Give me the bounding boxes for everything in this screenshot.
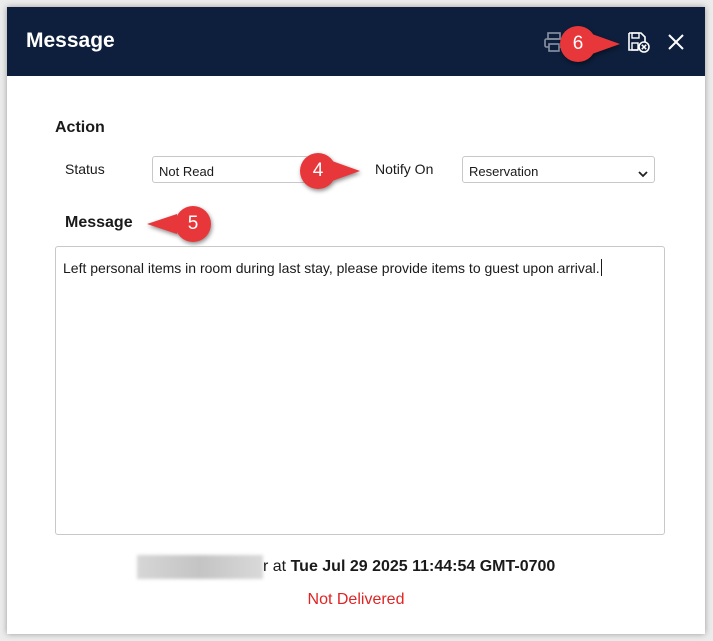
message-textarea[interactable]: Left personal items in room during last … xyxy=(55,246,665,535)
callout-5-number: 5 xyxy=(175,206,211,242)
callout-4-pointer xyxy=(332,161,360,181)
status-value: Not Read xyxy=(159,164,214,179)
notify-on-select[interactable]: Reservation xyxy=(462,156,655,183)
sender-line: r at Tue Jul 29 2025 11:44:54 GMT-0700 xyxy=(263,558,555,576)
callout-6-number: 6 xyxy=(560,26,596,62)
sent-timestamp: Tue Jul 29 2025 11:44:54 GMT-0700 xyxy=(290,558,556,575)
chevron-down-icon xyxy=(638,166,648,181)
notify-on-value: Reservation xyxy=(469,164,539,179)
delivery-status: Not Delivered xyxy=(307,591,405,608)
status-label: Status xyxy=(65,161,105,177)
close-icon[interactable] xyxy=(665,31,687,53)
save-close-icon[interactable] xyxy=(627,31,650,53)
message-dialog: Message 6 Action Status Not Read 4 Notif… xyxy=(7,7,705,634)
callout-5: 5 xyxy=(147,206,211,242)
callout-5-pointer xyxy=(147,214,177,234)
action-heading: Action xyxy=(55,119,105,136)
text-caret xyxy=(600,259,602,276)
message-body: Left personal items in room during last … xyxy=(63,260,600,276)
at-text: at xyxy=(272,558,287,575)
sender-name-suffix: r xyxy=(263,558,269,575)
callout-4: 4 xyxy=(300,153,364,189)
status-field[interactable]: Not Read xyxy=(152,156,309,183)
callout-6-pointer xyxy=(592,34,620,54)
redacted-username xyxy=(137,555,263,579)
notify-on-label: Notify On xyxy=(375,161,434,177)
callout-4-number: 4 xyxy=(300,153,336,189)
message-heading: Message xyxy=(65,214,133,231)
callout-6: 6 xyxy=(560,26,624,62)
dialog-title: Message xyxy=(26,29,115,52)
